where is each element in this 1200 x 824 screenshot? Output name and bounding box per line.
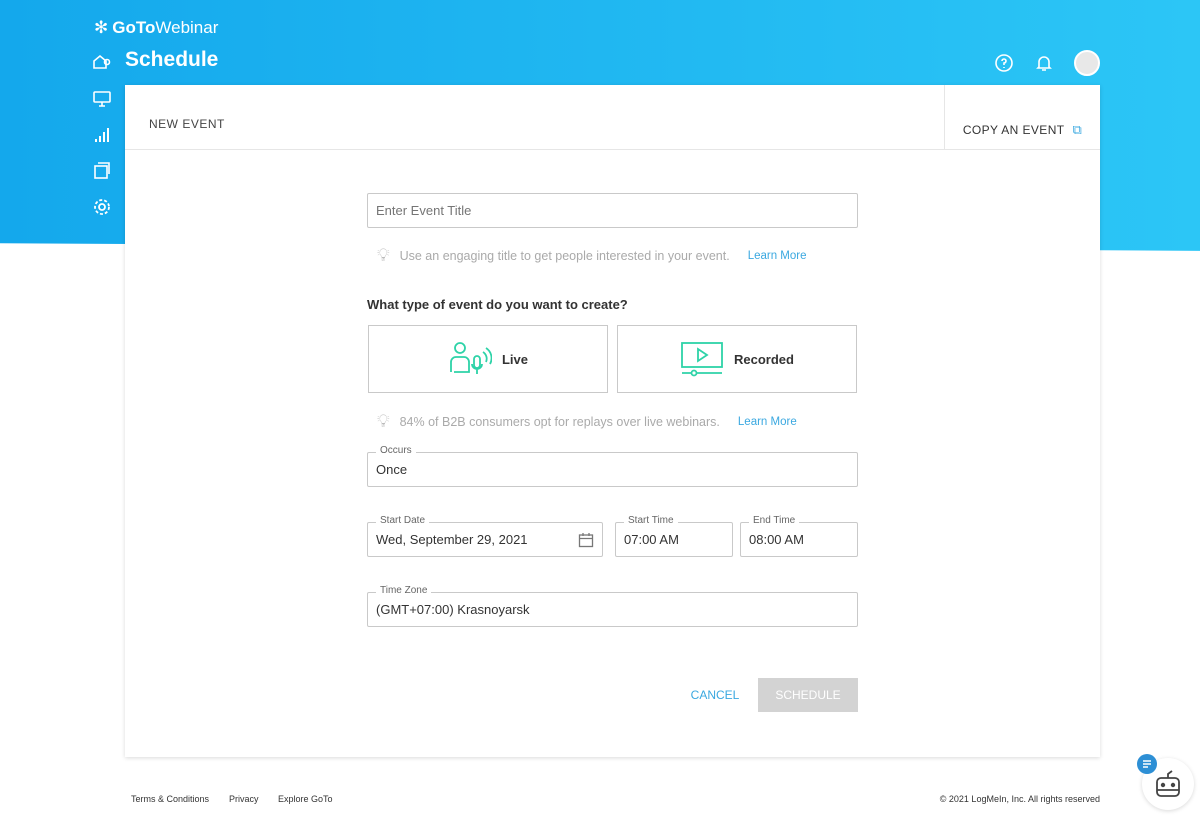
logo-flower-icon: ✻ <box>94 18 109 37</box>
copy-event-label: COPY AN EVENT <box>962 123 1065 137</box>
page-title: Schedule <box>125 48 219 71</box>
time-zone-value: (GMT+07:00) Krasnoyarsk <box>376 602 530 617</box>
title-hint: Use an engaging title to get people inte… <box>399 248 730 263</box>
start-date-value: Wed, September 29, 2021 <box>376 532 528 547</box>
occurs-select[interactable]: Occurs Once <box>367 445 858 487</box>
end-time-value: 08:00 AM <box>749 532 804 547</box>
start-time-label: Start Time <box>624 515 678 526</box>
occurs-value: Once <box>376 462 408 477</box>
schedule-button[interactable]: SCHEDULE <box>758 678 858 712</box>
occurs-label: Occurs <box>376 445 416 456</box>
learn-more-link[interactable]: Learn More <box>748 250 807 262</box>
start-date-label: Start Date <box>376 515 430 526</box>
event-title-input[interactable] <box>367 193 858 228</box>
type-hint: 84% of B2B consumers opt for replays ove… <box>399 414 720 429</box>
copy-icon: ⧉ <box>1072 122 1083 137</box>
new-event-card: NEW EVENT COPY AN EVENT ⧉ 💡︎ Use an engagi… <box>125 85 1100 757</box>
home-icon[interactable] <box>92 52 112 72</box>
notifications-bell-icon[interactable] <box>1034 53 1054 73</box>
time-zone-select[interactable]: Time Zone (GMT+07:00) Krasnoyarsk <box>367 585 858 627</box>
monitor-icon[interactable] <box>92 89 112 109</box>
lightbulb-icon: 💡︎ <box>377 245 390 265</box>
calendar-icon[interactable] <box>578 532 594 548</box>
logo-bold: GoTo <box>112 18 156 37</box>
recordings-icon[interactable] <box>92 161 112 181</box>
help-icon[interactable] <box>994 53 1014 73</box>
card-title: NEW EVENT <box>149 117 225 131</box>
user-avatar[interactable] <box>1074 50 1100 76</box>
live-presenter-icon <box>450 342 492 374</box>
event-type-question: What type of event do you want to create… <box>367 297 628 312</box>
recorded-label: Recorded <box>734 351 794 367</box>
chat-message-icon[interactable] <box>1137 754 1157 774</box>
time-zone-label: Time Zone <box>376 585 432 596</box>
settings-gear-icon[interactable] <box>92 197 112 217</box>
event-type-live[interactable]: Live <box>368 325 608 393</box>
end-time-label: End Time <box>749 515 800 526</box>
lightbulb-icon: 💡︎ <box>377 411 390 431</box>
footer-privacy-link[interactable]: Privacy <box>229 794 259 804</box>
live-label: Live <box>501 351 528 367</box>
start-date-field[interactable]: Start Date Wed, September 29, 2021 <box>367 515 603 557</box>
brand-logo[interactable]: ✻ GoToWebinar <box>94 18 218 38</box>
event-type-recorded[interactable]: Recorded <box>617 325 857 393</box>
start-time-value: 07:00 AM <box>624 532 679 547</box>
logo-rest: Webinar <box>155 18 219 37</box>
footer-terms-link[interactable]: Terms & Conditions <box>131 794 209 804</box>
end-time-field[interactable]: End Time 08:00 AM <box>740 515 858 557</box>
copy-event-button[interactable]: COPY AN EVENT ⧉ <box>944 85 1100 150</box>
learn-more-link-2[interactable]: Learn More <box>738 416 797 428</box>
start-time-field[interactable]: Start Time 07:00 AM <box>615 515 733 557</box>
cancel-button[interactable]: CANCEL <box>685 678 745 712</box>
recorded-video-icon <box>681 342 723 377</box>
analytics-icon[interactable] <box>92 125 112 145</box>
footer-explore-link[interactable]: Explore GoTo <box>278 794 333 804</box>
footer-copyright: © 2021 LogMeIn, Inc. All rights reserved <box>939 794 1100 804</box>
